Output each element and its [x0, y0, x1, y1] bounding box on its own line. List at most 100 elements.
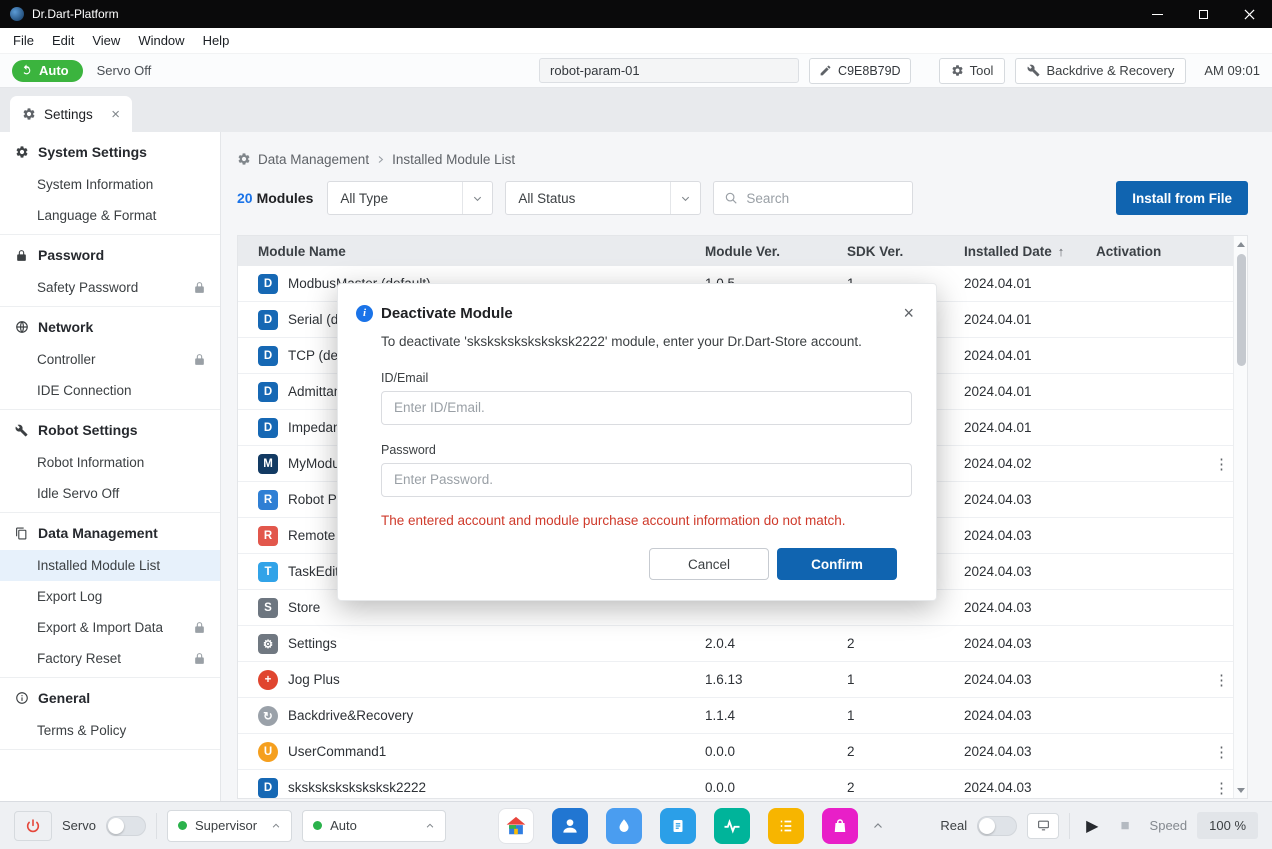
- row-menu-button[interactable]: ⋮: [1202, 743, 1233, 761]
- table-scrollbar[interactable]: [1233, 236, 1247, 798]
- scroll-up-button[interactable]: [1234, 237, 1248, 251]
- column-label: SDK Ver.: [847, 244, 903, 259]
- sidebar-item-idle-servo-off[interactable]: Idle Servo Off: [0, 478, 220, 509]
- column-header-sdk-ver[interactable]: SDK Ver.: [839, 244, 956, 259]
- confirm-button[interactable]: Confirm: [777, 548, 897, 580]
- servo-toggle[interactable]: [106, 816, 146, 836]
- install-from-file-button[interactable]: Install from File: [1116, 181, 1248, 215]
- tool-button[interactable]: Tool: [939, 58, 1006, 84]
- cancel-button[interactable]: Cancel: [649, 548, 769, 580]
- simulator-button[interactable]: [1027, 813, 1059, 839]
- backdrive-recovery-button[interactable]: Backdrive & Recovery: [1015, 58, 1186, 84]
- auto-mode-badge[interactable]: Auto: [12, 60, 83, 82]
- column-header-installed-date[interactable]: Installed Date↑: [956, 244, 1088, 259]
- module-icon: U: [258, 742, 278, 762]
- speed-label: Speed: [1150, 818, 1188, 833]
- menu-file[interactable]: File: [4, 30, 43, 51]
- column-header-activation[interactable]: Activation: [1088, 244, 1202, 259]
- power-button[interactable]: [14, 811, 52, 841]
- row-menu-button[interactable]: ⋮: [1202, 779, 1233, 797]
- sidebar-item-terms-policy[interactable]: Terms & Policy: [0, 715, 220, 746]
- sidebar-item-export-log[interactable]: Export Log: [0, 581, 220, 612]
- sidebar-item-safety-password[interactable]: Safety Password: [0, 272, 220, 303]
- breadcrumb-parent[interactable]: Data Management: [258, 152, 369, 167]
- search-input[interactable]: [746, 191, 902, 206]
- servo-status-text: Servo Off: [97, 63, 152, 78]
- status-filter-dropdown[interactable]: All Status: [505, 181, 701, 215]
- installed-date-cell: 2024.04.01: [956, 420, 1088, 435]
- tabbar: Settings ×: [0, 88, 1272, 132]
- robot-param-input[interactable]: [539, 58, 799, 83]
- list-controls: 20Modules All Type All Status Install fr…: [237, 180, 1248, 216]
- column-header-module-ver[interactable]: Module Ver.: [697, 244, 839, 259]
- power-icon: [25, 818, 41, 834]
- sidebar-item-factory-reset[interactable]: Factory Reset: [0, 643, 220, 674]
- column-header-module-name[interactable]: Module Name: [238, 244, 697, 259]
- collapse-chevron-up-icon[interactable]: [868, 820, 888, 832]
- menu-edit[interactable]: Edit: [43, 30, 83, 51]
- device-code-badge[interactable]: C9E8B79D: [809, 58, 911, 84]
- sidebar-item-robot-information[interactable]: Robot Information: [0, 447, 220, 478]
- close-button[interactable]: [1226, 0, 1272, 28]
- table-row-sksksksksksksksk2222[interactable]: Dsksksksksksksksk22220.0.022024.04.03⋮: [238, 770, 1233, 799]
- sidebar-section-system-settings: System Settings System InformationLanguag…: [0, 132, 220, 235]
- sidebar-header-data-management[interactable]: Data Management: [0, 516, 220, 550]
- speed-value[interactable]: 100 %: [1197, 812, 1258, 839]
- menu-view[interactable]: View: [83, 30, 129, 51]
- password-field[interactable]: [381, 463, 912, 497]
- dialog-header: i Deactivate Module ×: [338, 300, 936, 324]
- table-row-settings[interactable]: ⚙Settings2.0.422024.04.03: [238, 626, 1233, 662]
- tool-button-label: Tool: [970, 63, 994, 78]
- lock-icon: [193, 353, 206, 366]
- sidebar-header-network[interactable]: Network: [0, 310, 220, 344]
- table-row-jog-plus[interactable]: +Jog Plus1.6.1312024.04.03⋮: [238, 662, 1233, 698]
- real-toggle[interactable]: [977, 816, 1017, 836]
- table-row-usercommand1[interactable]: UUserCommand10.0.022024.04.03⋮: [238, 734, 1233, 770]
- minimize-button[interactable]: [1134, 0, 1180, 28]
- dialog-close-button[interactable]: ×: [897, 302, 920, 324]
- table-row-backdrive-recovery[interactable]: ↻Backdrive&Recovery1.1.412024.04.03: [238, 698, 1233, 734]
- row-menu-button[interactable]: ⋮: [1202, 671, 1233, 689]
- sidebar-item-controller[interactable]: Controller: [0, 344, 220, 375]
- app-icon-blue-drop[interactable]: [606, 808, 642, 844]
- tab-settings[interactable]: Settings ×: [10, 96, 132, 132]
- clock-text: AM 09:01: [1204, 63, 1260, 78]
- menu-help[interactable]: Help: [194, 30, 239, 51]
- sidebar-item-language-format[interactable]: Language & Format: [0, 200, 220, 231]
- sidebar-header-robot-settings[interactable]: Robot Settings: [0, 413, 220, 447]
- item-label: Terms & Policy: [37, 723, 126, 738]
- app-icon-magenta-bag[interactable]: [822, 808, 858, 844]
- edit-icon: [819, 64, 832, 77]
- home-app-icon[interactable]: [498, 808, 534, 844]
- section-label: System Settings: [38, 144, 147, 160]
- type-filter-dropdown[interactable]: All Type: [327, 181, 493, 215]
- app-icon-blue-person[interactable]: [552, 808, 588, 844]
- sidebar-header-password[interactable]: Password: [0, 238, 220, 272]
- installed-date-cell: 2024.04.03: [956, 528, 1088, 543]
- sidebar-item-ide-connection[interactable]: IDE Connection: [0, 375, 220, 406]
- menu-window[interactable]: Window: [129, 30, 193, 51]
- id-email-field[interactable]: [381, 391, 912, 425]
- maximize-button[interactable]: [1180, 0, 1226, 28]
- module-name: Remote (: [288, 528, 344, 543]
- app-icon-blue-doc[interactable]: [660, 808, 696, 844]
- sort-ascending-icon[interactable]: ↑: [1058, 244, 1065, 259]
- app-icon-orange-list[interactable]: [768, 808, 804, 844]
- tab-close-icon[interactable]: ×: [111, 107, 120, 122]
- bag-icon: [831, 817, 849, 835]
- stop-button[interactable]: ■: [1114, 817, 1135, 834]
- scroll-down-button[interactable]: [1234, 783, 1248, 797]
- activation-cell: [1088, 780, 1202, 795]
- play-button[interactable]: ▶: [1080, 816, 1104, 836]
- scroll-thumb[interactable]: [1237, 254, 1246, 366]
- sidebar-item-export-import-data[interactable]: Export & Import Data: [0, 612, 220, 643]
- role-dropdown[interactable]: Supervisor: [167, 810, 292, 842]
- row-menu-button[interactable]: ⋮: [1202, 455, 1233, 473]
- sidebar-header-general[interactable]: General: [0, 681, 220, 715]
- sidebar-item-system-information[interactable]: System Information: [0, 169, 220, 200]
- mode-dropdown[interactable]: Auto: [302, 810, 446, 842]
- app-icon-teal-pulse[interactable]: [714, 808, 750, 844]
- sidebar-item-installed-module-list[interactable]: Installed Module List: [0, 550, 220, 581]
- toggle-knob: [979, 818, 995, 834]
- sidebar-header-system-settings[interactable]: System Settings: [0, 135, 220, 169]
